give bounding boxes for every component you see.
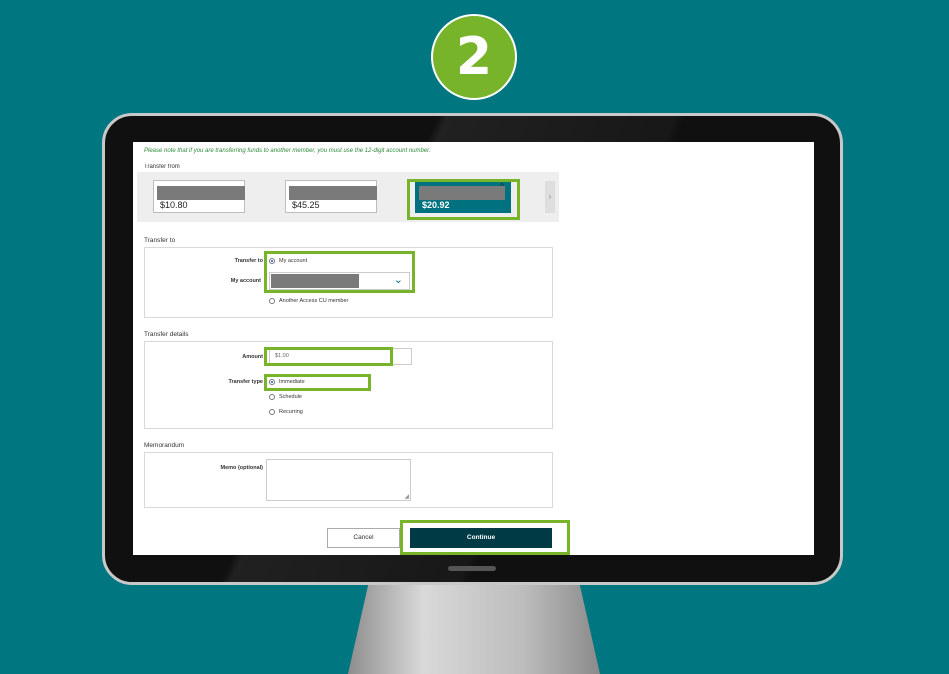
memo-label: Memo (optional) (220, 465, 263, 471)
step-number-badge: 2 (431, 14, 517, 100)
account-balance: $45.25 (292, 200, 320, 210)
carousel-next-button[interactable]: › (545, 181, 555, 213)
radio-other-member-label: Another Access CU member (279, 298, 349, 304)
account-card-2[interactable]: $45.25 (285, 180, 377, 213)
chevron-right-icon: › (548, 192, 552, 201)
cancel-button[interactable]: Cancel (327, 528, 400, 548)
radio-schedule-label: Schedule (279, 394, 302, 400)
resize-handle-icon[interactable]: ◢ (404, 493, 409, 500)
memorandum-panel: Memo (optional) ◢ (144, 452, 553, 508)
section-title-transfer-to: Transfer to (144, 237, 176, 244)
transfer-to-panel: Transfer to My account My account ⌄ Anot… (144, 247, 553, 318)
section-title-memorandum: Memorandum (144, 442, 185, 449)
amount-label: Amount (242, 354, 263, 360)
radio-other-member[interactable] (269, 298, 275, 304)
radio-schedule[interactable] (269, 394, 275, 400)
radio-recurring-label: Recurring (279, 409, 303, 415)
monitor-screen: Please note that if you are transferring… (133, 142, 814, 555)
transfer-details-panel: Amount $1.00 Transfer type Immediate Sch… (144, 341, 553, 429)
account-card-1[interactable]: $10.80 (153, 180, 245, 213)
highlight-transfer-to (264, 251, 415, 293)
highlight-continue (400, 520, 570, 555)
account-carousel: $10.80 $45.25 ^ $20.92 › (137, 172, 559, 222)
transfer-type-label: Transfer type (228, 379, 263, 385)
highlight-selected-account (407, 179, 520, 220)
highlight-amount (264, 347, 393, 366)
redacted-account-name (157, 186, 245, 200)
section-title-transfer-details: Transfer details (144, 331, 189, 338)
my-account-label: My account (230, 278, 261, 284)
memo-textarea[interactable]: ◢ (266, 459, 411, 501)
transfer-from-label: Transfer from (144, 164, 180, 169)
account-balance: $10.80 (160, 200, 188, 210)
radio-recurring[interactable] (269, 409, 275, 415)
highlight-transfer-type (264, 374, 371, 391)
transfer-notice: Please note that if you are transferring… (144, 148, 431, 154)
monitor-stand (348, 585, 600, 674)
monitor-logo-slot (448, 566, 496, 571)
redacted-account-name (289, 186, 377, 200)
transfer-to-label: Transfer to (234, 258, 263, 264)
